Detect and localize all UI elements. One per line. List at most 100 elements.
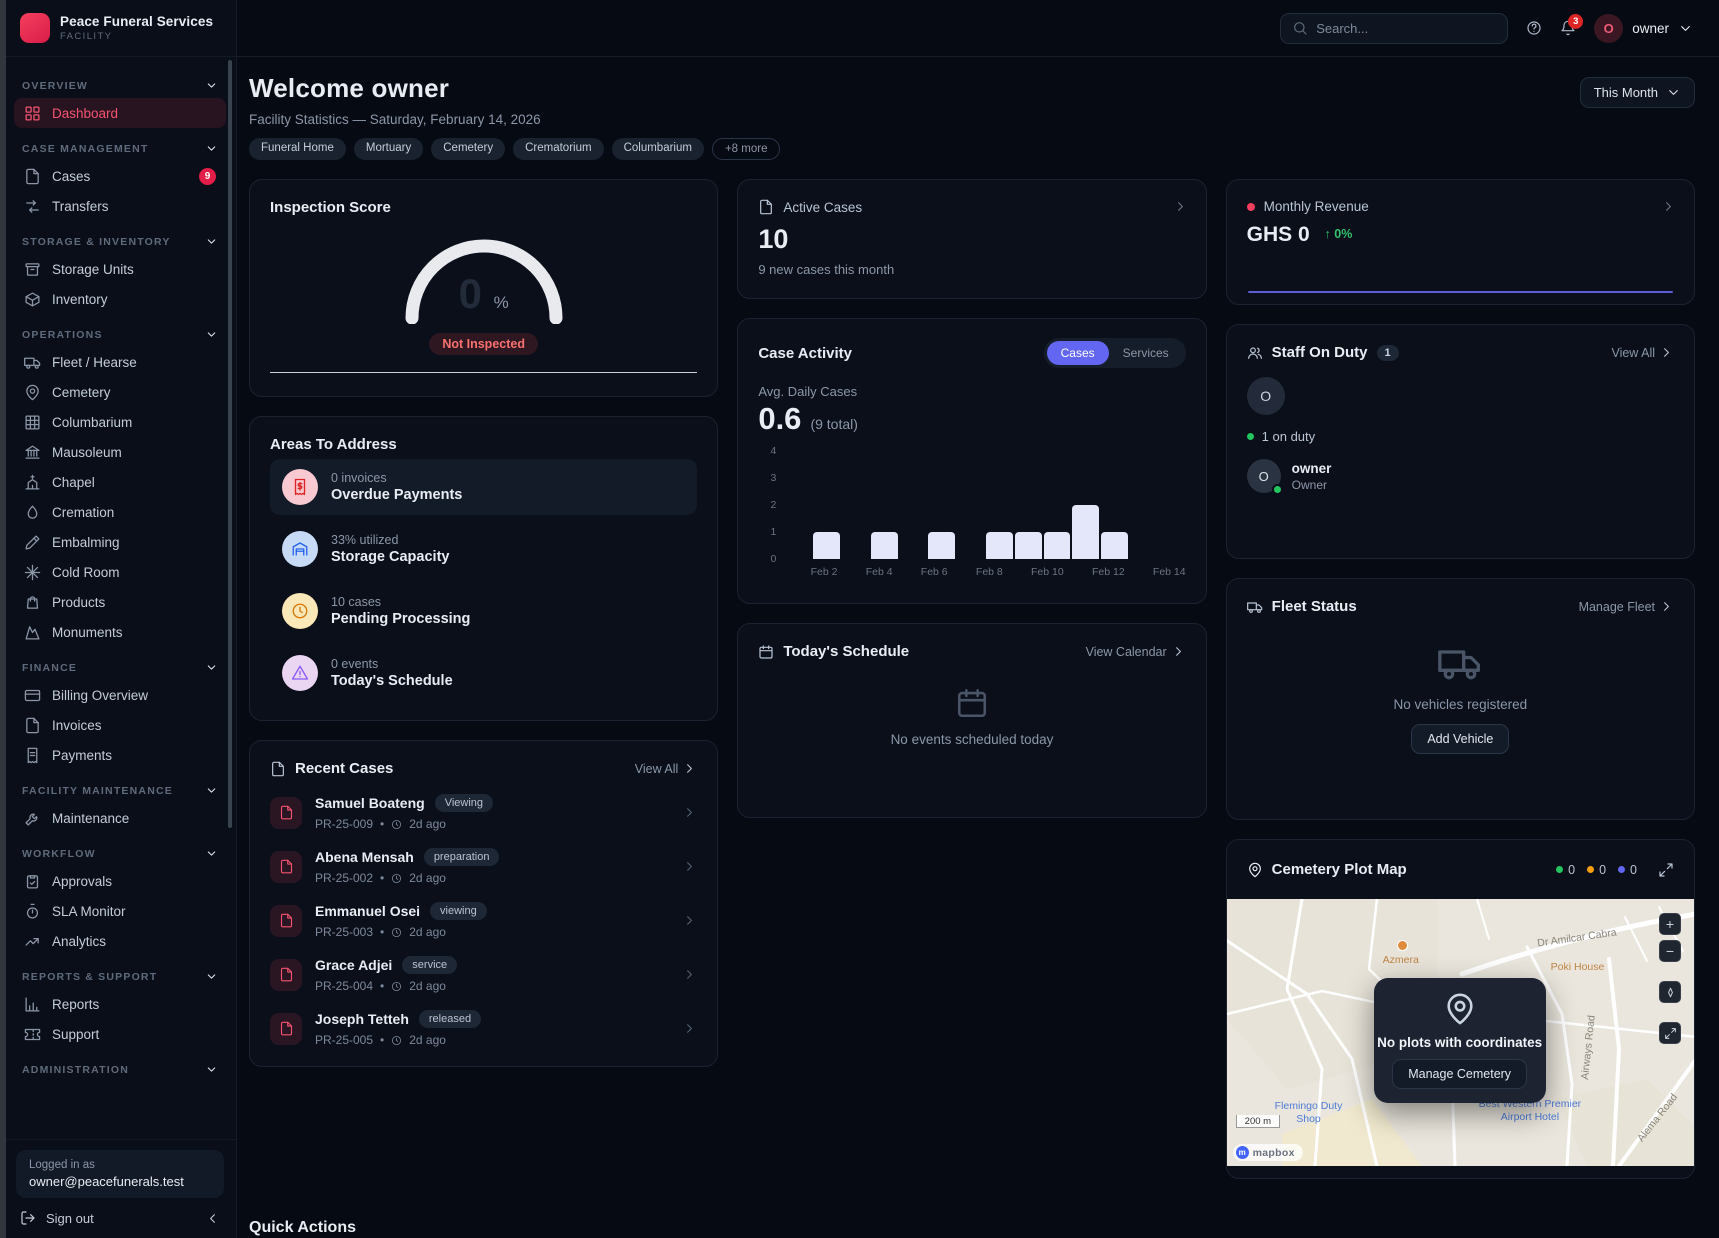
sidebar-item-columbarium[interactable]: Columbarium	[14, 407, 226, 437]
toggle-services[interactable]: Services	[1109, 341, 1183, 365]
revenue-sparkline	[1248, 291, 1673, 293]
brand-header[interactable]: Peace Funeral Services FACILITY	[6, 0, 236, 57]
sidebar-item-support[interactable]: Support	[14, 1019, 226, 1049]
sidebar-item-billing-overview[interactable]: Billing Overview	[14, 680, 226, 710]
facility-chip-crematorium[interactable]: Crematorium	[513, 138, 603, 160]
area-item-storage-capacity[interactable]: 33% utilizedStorage Capacity	[270, 521, 697, 577]
sidebar-section-header[interactable]: REPORTS & SUPPORT	[14, 956, 226, 989]
case-row-emmanuel-osei[interactable]: Emmanuel OseiviewingPR-25-003•2d ago	[270, 902, 697, 939]
collapse-sidebar-icon[interactable]	[205, 1211, 220, 1226]
chevron-right-icon[interactable]	[1661, 199, 1676, 214]
sidebar-item-monuments[interactable]: Monuments	[14, 617, 226, 647]
area-item-today-s-schedule[interactable]: 0 eventsToday's Schedule	[270, 645, 697, 701]
sidebar-item-label: Maintenance	[52, 811, 216, 826]
zoom-out-button[interactable]: −	[1659, 940, 1681, 962]
area-label: Overdue Payments	[331, 487, 462, 503]
notifications-bell-icon[interactable]: 3	[1560, 20, 1576, 36]
sidebar-item-transfers[interactable]: Transfers	[14, 191, 226, 221]
compass-button[interactable]	[1659, 981, 1681, 1003]
sign-out-label: Sign out	[46, 1211, 94, 1226]
search-input[interactable]	[1316, 21, 1496, 36]
sidebar-section-header[interactable]: FINANCE	[14, 647, 226, 680]
sidebar-item-chapel[interactable]: Chapel	[14, 467, 226, 497]
sidebar-item-approvals[interactable]: Approvals	[14, 866, 226, 896]
help-icon[interactable]	[1526, 20, 1542, 36]
case-row-abena-mensah[interactable]: Abena MensahpreparationPR-25-002•2d ago	[270, 848, 697, 885]
sign-out-button[interactable]: Sign out	[16, 1210, 224, 1226]
case-row-grace-adjei[interactable]: Grace AdjeiservicePR-25-004•2d ago	[270, 956, 697, 993]
user-menu[interactable]: O owner	[1594, 14, 1693, 43]
sidebar-item-payments[interactable]: Payments	[14, 740, 226, 770]
recent-cases-view-all-link[interactable]: View All	[635, 761, 698, 776]
view-calendar-link[interactable]: View Calendar	[1086, 644, 1186, 659]
facility-chip-funeral-home[interactable]: Funeral Home	[249, 138, 346, 160]
facility-chip-cemetery[interactable]: Cemetery	[431, 138, 505, 160]
bar-slot	[1044, 532, 1071, 559]
case-id: PR-25-005	[315, 1033, 373, 1047]
facility-chip-mortuary[interactable]: Mortuary	[354, 138, 423, 160]
sidebar-section-header[interactable]: FACILITY MAINTENANCE	[14, 770, 226, 803]
sidebar-item-fleet-hearse[interactable]: Fleet / Hearse	[14, 347, 226, 377]
sidebar-section-header[interactable]: CASE MANAGEMENT	[14, 128, 226, 161]
case-row-samuel-boateng[interactable]: Samuel BoatengViewingPR-25-009•2d ago	[270, 794, 697, 831]
add-vehicle-button[interactable]: Add Vehicle	[1411, 724, 1509, 754]
chevron-right-icon[interactable]	[1173, 199, 1188, 214]
search-box[interactable]	[1280, 13, 1508, 44]
sidebar-item-storage-units[interactable]: Storage Units	[14, 254, 226, 284]
facility-chip-more[interactable]: +8 more	[712, 138, 781, 160]
active-cases-title: Active Cases	[783, 200, 862, 215]
manage-fleet-link[interactable]: Manage Fleet	[1579, 599, 1674, 614]
monthly-revenue-card[interactable]: Monthly Revenue GHS 0 ↑ 0%	[1226, 179, 1695, 305]
sidebar-item-products[interactable]: Products	[14, 587, 226, 617]
legend-count: 0	[1568, 863, 1575, 877]
sidebar-item-cases[interactable]: Cases9	[14, 161, 226, 191]
sidebar-section-reports-support: REPORTS & SUPPORTReportsSupport	[14, 956, 226, 1049]
zoom-in-button[interactable]: +	[1659, 913, 1681, 935]
expand-map-icon[interactable]	[1658, 862, 1674, 878]
map-pin-icon	[24, 384, 41, 401]
area-meta: 10 cases	[331, 595, 470, 609]
case-row-joseph-tetteh[interactable]: Joseph TettehreleasedPR-25-005•2d ago	[270, 1010, 697, 1047]
area-item-overdue-payments[interactable]: 0 invoices Overdue Payments	[270, 459, 697, 515]
chevron-right-icon	[1659, 599, 1674, 614]
fullscreen-button[interactable]	[1659, 1022, 1681, 1044]
area-meta: 0 invoices	[331, 471, 462, 485]
manage-cemetery-button[interactable]: Manage Cemetery	[1392, 1059, 1527, 1089]
user-name: owner	[1632, 21, 1669, 36]
sidebar-item-label: Cremation	[52, 505, 216, 520]
active-cases-card[interactable]: Active Cases 10 9 new cases this month	[737, 179, 1206, 299]
stopwatch-icon	[24, 903, 41, 920]
restaurant-poi-icon	[1397, 940, 1408, 951]
sidebar-section-header[interactable]: OPERATIONS	[14, 314, 226, 347]
sidebar-item-cemetery[interactable]: Cemetery	[14, 377, 226, 407]
chevron-down-icon	[1678, 21, 1693, 36]
area-item-pending-processing[interactable]: 10 casesPending Processing	[270, 583, 697, 639]
topbar: 3 O owner	[237, 0, 1719, 57]
sidebar-item-mausoleum[interactable]: Mausoleum	[14, 437, 226, 467]
sidebar-item-invoices[interactable]: Invoices	[14, 710, 226, 740]
sidebar-item-reports[interactable]: Reports	[14, 989, 226, 1019]
sidebar-section-header[interactable]: STORAGE & INVENTORY	[14, 221, 226, 254]
on-duty-label: 1 on duty	[1262, 429, 1316, 444]
sidebar-section-header[interactable]: WORKFLOW	[14, 833, 226, 866]
sidebar-item-dashboard[interactable]: Dashboard	[14, 98, 226, 128]
sidebar-item-inventory[interactable]: Inventory	[14, 284, 226, 314]
sidebar-item-cold-room[interactable]: Cold Room	[14, 557, 226, 587]
sidebar-item-sla-monitor[interactable]: SLA Monitor	[14, 896, 226, 926]
sidebar-item-embalming[interactable]: Embalming	[14, 527, 226, 557]
map-controls: + −	[1659, 913, 1681, 1044]
map-canvas[interactable]: Azmera Dr Amilcar Cabra Poki House Flemi…	[1227, 899, 1694, 1166]
sidebar-section-header[interactable]: OVERVIEW	[14, 65, 226, 98]
sidebar-section-header[interactable]: ADMINISTRATION	[14, 1049, 226, 1082]
period-selector-button[interactable]: This Month	[1580, 77, 1695, 108]
sidebar-item-analytics[interactable]: Analytics	[14, 926, 226, 956]
sidebar-scrollbar[interactable]	[228, 60, 232, 828]
toggle-cases[interactable]: Cases	[1047, 341, 1109, 365]
staff-view-all-link[interactable]: View All	[1611, 345, 1674, 360]
sidebar-item-maintenance[interactable]: Maintenance	[14, 803, 226, 833]
fleet-status-card: Fleet Status Manage Fleet No vehicles re…	[1226, 578, 1695, 820]
facility-chip-columbarium[interactable]: Columbarium	[612, 138, 704, 160]
pencil-icon	[24, 534, 41, 551]
staff-member-row[interactable]: O owner Owner	[1247, 459, 1674, 493]
sidebar-item-cremation[interactable]: Cremation	[14, 497, 226, 527]
